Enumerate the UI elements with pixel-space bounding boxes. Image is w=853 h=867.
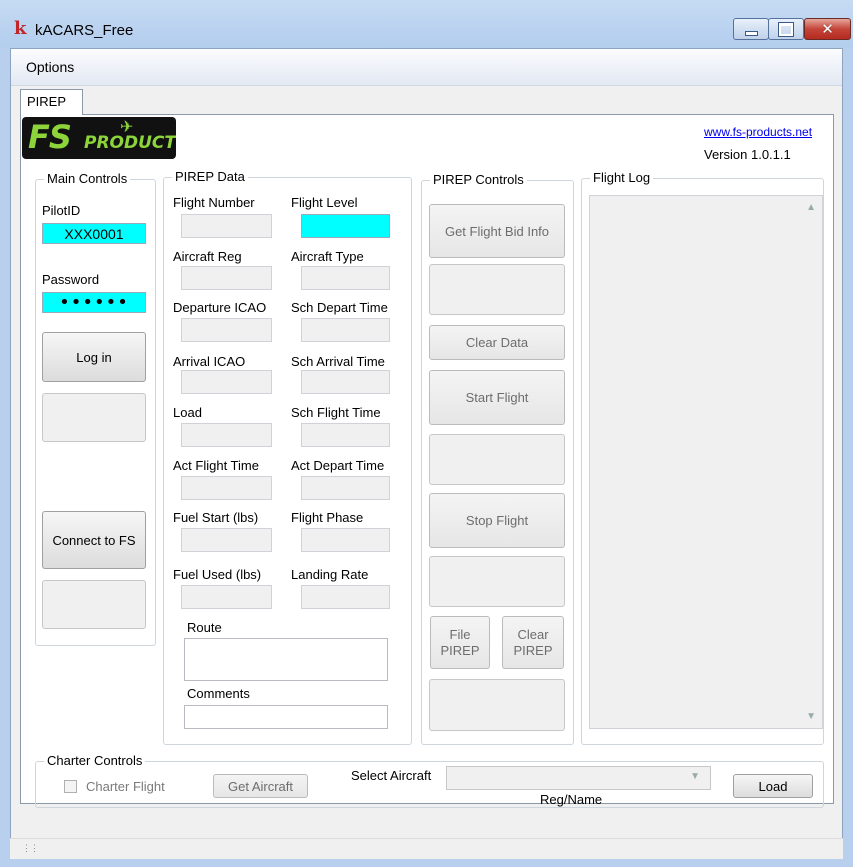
app-window: k kACARS_Free ✕ Options PIREP FS ✈ PRODU… (0, 0, 853, 867)
file-pirep-label-line1: File (449, 626, 471, 642)
main-controls-title: Main Controls (44, 171, 131, 186)
pirep-data-title: PIREP Data (172, 169, 248, 184)
start-flight-button[interactable]: Start Flight (429, 370, 565, 425)
stop-flight-button[interactable]: Stop Flight (429, 493, 565, 548)
website-link[interactable]: www.fs-products.net (704, 125, 812, 139)
comments-input[interactable] (184, 705, 388, 729)
flight-number-label: Flight Number (173, 195, 255, 210)
menu-bar: Options (11, 49, 842, 86)
aircraft-select-dropdown[interactable]: ▼ (446, 766, 711, 790)
route-label: Route (187, 620, 222, 635)
arrival-icao-field[interactable] (181, 370, 272, 394)
reg-name-label: Reg/Name (540, 792, 603, 807)
act-depart-time-label: Act Depart Time (291, 458, 385, 473)
start-status-box (429, 434, 565, 485)
close-button[interactable]: ✕ (804, 18, 851, 40)
aircraft-reg-label: Aircraft Reg (173, 249, 242, 264)
app-logo-icon: k (14, 18, 27, 39)
file-pirep-button[interactable]: File PIREP (430, 616, 490, 669)
act-flight-time-field[interactable] (181, 476, 272, 500)
resize-grip-icon[interactable]: ⋮⋮ (22, 843, 39, 854)
charter-flight-label: Charter Flight (86, 779, 165, 794)
sch-arrival-time-label: Sch Arrival Time (291, 354, 385, 369)
file-pirep-label-line2: PIREP (440, 642, 480, 658)
chevron-down-icon: ▼ (690, 771, 700, 782)
aircraft-reg-field[interactable] (181, 266, 272, 290)
load-aircraft-button[interactable]: Load (733, 774, 813, 798)
sch-arrival-time-field[interactable] (301, 370, 390, 394)
login-status-box (42, 393, 146, 442)
password-label: Password (42, 272, 100, 287)
sch-flight-time-field[interactable] (301, 423, 390, 447)
fuel-used-label: Fuel Used (lbs) (173, 567, 262, 582)
maximize-icon (778, 21, 794, 37)
maximize-button[interactable] (768, 18, 804, 40)
pirep-status-box (429, 679, 565, 731)
departure-icao-label: Departure ICAO (173, 300, 267, 315)
charter-flight-checkbox[interactable] (64, 780, 77, 793)
flight-level-field[interactable] (301, 214, 390, 238)
fuel-used-field[interactable] (181, 585, 272, 609)
route-input[interactable] (184, 638, 388, 681)
logo-fs-text: FS (28, 118, 72, 156)
login-button[interactable]: Log in (42, 332, 146, 382)
select-aircraft-label: Select Aircraft (351, 768, 432, 783)
departure-icao-field[interactable] (181, 318, 272, 342)
fuel-start-field[interactable] (181, 528, 272, 552)
bid-status-box (429, 264, 565, 315)
stop-status-box (429, 556, 565, 607)
arrival-icao-label: Arrival ICAO (173, 354, 246, 369)
act-flight-time-label: Act Flight Time (173, 458, 259, 473)
get-aircraft-button[interactable]: Get Aircraft (213, 774, 308, 798)
aircraft-type-label: Aircraft Type (291, 249, 364, 264)
pilot-id-input[interactable]: XXX0001 (42, 223, 146, 244)
fuel-start-label: Fuel Start (lbs) (173, 510, 259, 525)
password-input[interactable]: •••••• (42, 292, 146, 313)
aircraft-type-field[interactable] (301, 266, 390, 290)
flight-level-label: Flight Level (291, 195, 358, 210)
scroll-up-icon[interactable]: ▲ (806, 202, 816, 213)
charter-controls-title: Charter Controls (44, 753, 146, 768)
comments-label: Comments (187, 686, 250, 701)
connect-fs-button[interactable]: Connect to FS (42, 511, 146, 569)
flight-phase-label: Flight Phase (291, 510, 364, 525)
scroll-down-icon[interactable]: ▼ (806, 711, 816, 722)
sch-flight-time-label: Sch Flight Time (291, 405, 381, 420)
version-label: Version 1.0.1.1 (704, 147, 791, 162)
minimize-icon (744, 30, 758, 36)
landing-rate-label: Landing Rate (291, 567, 369, 582)
landing-rate-field[interactable] (301, 585, 390, 609)
tab-pirep[interactable]: PIREP (20, 89, 83, 115)
fs-products-logo: FS ✈ PRODUCTS (22, 117, 176, 159)
get-flight-bid-info-button[interactable]: Get Flight Bid Info (429, 204, 565, 258)
status-bar: ⋮⋮ (10, 838, 843, 859)
clear-pirep-label-line1: Clear (517, 626, 549, 642)
flight-log-title: Flight Log (590, 170, 654, 185)
close-icon: ✕ (821, 20, 834, 38)
flight-phase-field[interactable] (301, 528, 390, 552)
minimize-button[interactable] (733, 18, 769, 40)
flight-number-field[interactable] (181, 214, 272, 238)
clear-data-button[interactable]: Clear Data (429, 325, 565, 360)
sch-depart-time-field[interactable] (301, 318, 390, 342)
logo-products-text: PRODUCTS (84, 133, 176, 153)
sch-depart-time-label: Sch Depart Time (291, 300, 388, 315)
load-label: Load (173, 405, 202, 420)
act-depart-time-field[interactable] (301, 476, 390, 500)
title-bar[interactable]: k kACARS_Free ✕ (0, 0, 853, 48)
pirep-controls-title: PIREP Controls (430, 172, 527, 187)
pilot-id-label: PilotID (42, 203, 81, 218)
clear-pirep-button[interactable]: Clear PIREP (502, 616, 564, 669)
flight-log-textbox[interactable]: ▲ ▼ (589, 195, 823, 729)
window-title: kACARS_Free (35, 22, 134, 39)
clear-pirep-label-line2: PIREP (513, 642, 553, 658)
load-field[interactable] (181, 423, 272, 447)
connect-status-box (42, 580, 146, 629)
menu-options[interactable]: Options (26, 59, 74, 75)
